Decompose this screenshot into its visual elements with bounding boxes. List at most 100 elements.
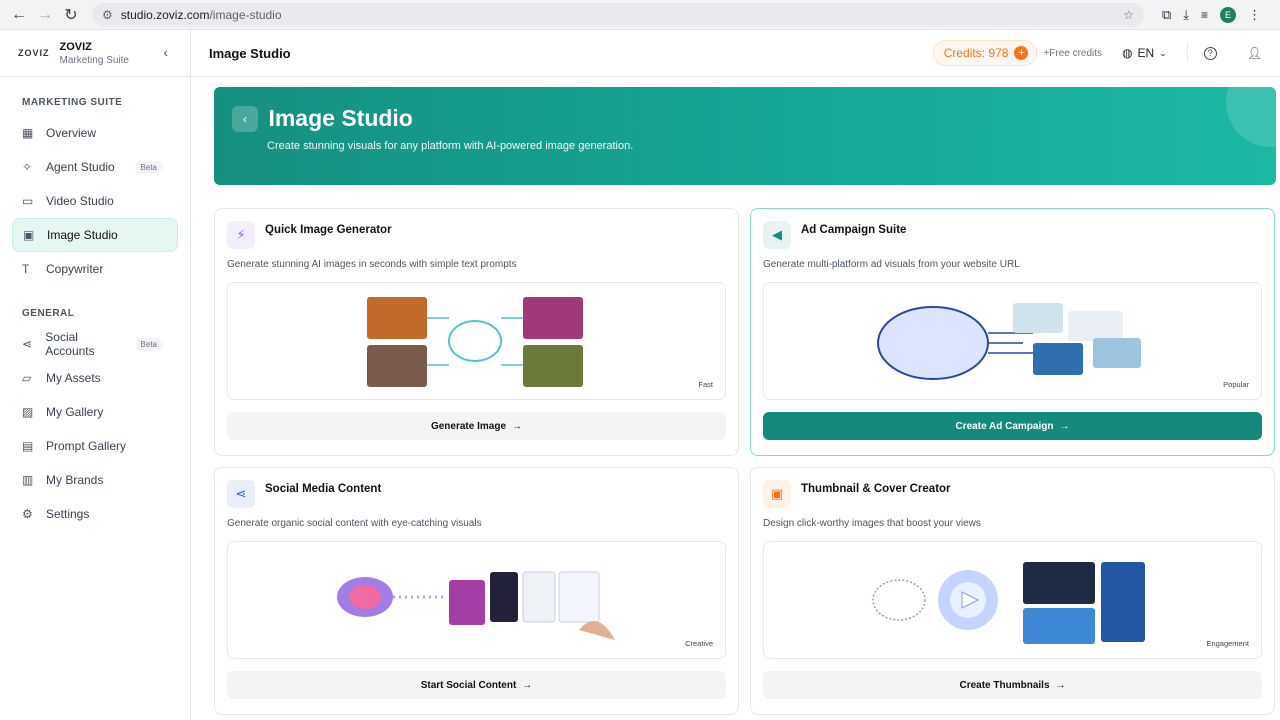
type-icon: T — [22, 262, 30, 276]
grid-icon: ▦ — [22, 126, 34, 140]
sidebar-item-my-assets[interactable]: ▱ My Assets — [12, 361, 178, 395]
bookmark-star-icon[interactable]: ☆ — [1123, 8, 1134, 22]
hero-title: Image Studio — [268, 105, 413, 131]
free-credits-link[interactable]: +Free credits — [1043, 48, 1102, 59]
tool-card-thumbnail-cover-creator[interactable]: ▣ Thumbnail & Cover Creator Design click-w… — [750, 467, 1275, 715]
megaphone-icon: ◀ — [763, 221, 791, 249]
card-tag: Creative — [685, 639, 713, 648]
url-path: /image-studio — [209, 7, 282, 22]
hero-decoration — [1226, 87, 1276, 147]
card-title: Ad Campaign Suite — [801, 224, 907, 236]
card-preview-image: Fast — [227, 282, 726, 400]
sidebar-item-label: Image Studio — [47, 228, 118, 242]
sidebar-item-label: My Gallery — [46, 405, 104, 419]
user-icon[interactable]: 👤︎ — [1247, 46, 1262, 60]
url-host: studio.zoviz.com — [120, 7, 210, 22]
media-queue-icon[interactable]: ≡ — [1201, 8, 1208, 22]
back-chevron-icon[interactable]: ‹ — [232, 105, 258, 132]
brand-icon: ▥ — [22, 473, 34, 487]
sidebar-item-label: Social Accounts — [45, 330, 95, 358]
sidebar-item-image-studio[interactable]: ▣ Image Studio — [12, 218, 178, 252]
sidebar-item-label: My Assets — [46, 371, 101, 385]
cta-label: Create Thumbnails — [959, 679, 1050, 691]
sidebar-item-label: Overview — [46, 126, 97, 140]
add-credits-icon[interactable]: + — [1014, 46, 1029, 60]
video-icon: ▭ — [22, 194, 34, 208]
brand-header: ZOVIZ ZOVIZ Marketing Suite ‹ — [0, 30, 190, 77]
hero-banner: ‹ Image Studio Create stunning visuals f… — [214, 87, 1276, 185]
collapse-sidebar-icon[interactable]: ‹ — [163, 44, 168, 60]
image-icon: ▣ — [763, 480, 791, 508]
sidebar-item-agent-studio[interactable]: ✧ Agent Studio Beta — [12, 150, 178, 184]
cta-label: Generate Image — [430, 420, 507, 432]
sidebar-item-my-gallery[interactable]: ▨ My Gallery — [12, 395, 178, 429]
browser-toolbar: ← → ↻ ⚙ studio.zoviz.com/image-studio ☆ … — [0, 0, 1280, 30]
forward-arrow-icon[interactable]: → — [34, 4, 56, 26]
folder-icon: ▱ — [22, 371, 32, 385]
card-cta-button[interactable]: Create Ad Campaign → — [763, 412, 1262, 440]
arrow-right-icon: → — [1055, 679, 1066, 691]
card-description: Generate stunning AI images in seconds w… — [227, 259, 517, 270]
card-preview-image: Popular — [763, 282, 1262, 400]
sidebar-item-copywriter[interactable]: T Copywriter — [12, 252, 178, 286]
language-label: EN — [1137, 46, 1155, 60]
brand-subtitle: Marketing Suite — [59, 54, 129, 66]
card-title: Social Media Content — [265, 483, 382, 495]
profile-avatar[interactable]: E — [1220, 6, 1237, 23]
main-area: Image Studio Credits: 978 + +Free credit… — [191, 30, 1280, 720]
card-cta-button[interactable]: Create Thumbnails → — [763, 671, 1262, 699]
page-title: Image Studio — [209, 45, 291, 61]
sidebar-item-label: Video Studio — [46, 194, 114, 208]
language-selector[interactable]: ◍ EN ⌄ — [1122, 46, 1167, 60]
sidebar-item-label: Agent Studio — [46, 160, 115, 174]
sidebar-item-overview[interactable]: ▦ Overview — [12, 116, 178, 150]
card-tag: Fast — [698, 380, 713, 389]
globe-icon: ◍ — [1122, 46, 1133, 60]
tool-card-quick-image-generator[interactable]: ⚡︎ Quick Image Generator Generate stunning… — [214, 208, 739, 456]
card-title: Thumbnail & Cover Creator — [801, 483, 951, 495]
divider — [1186, 44, 1188, 62]
section-general: GENERAL — [22, 308, 75, 319]
chevron-down-icon: ⌄ — [1159, 47, 1167, 58]
card-preview-image: Creative — [227, 541, 726, 659]
download-icon[interactable]: ⤓ — [1183, 7, 1189, 23]
gear-icon: ⚙ — [22, 507, 33, 521]
credits-badge[interactable]: Credits: 978 + — [932, 40, 1038, 66]
sidebar-item-prompt-gallery[interactable]: ▤ Prompt Gallery — [12, 429, 178, 463]
sidebar-item-social-accounts[interactable]: ⋖ Social Accounts Beta — [12, 327, 178, 361]
sidebar-item-label: Copywriter — [46, 262, 104, 276]
credits-label: Credits: 978 — [943, 46, 1009, 60]
gallery-icon: ▨ — [22, 405, 34, 419]
tool-card-social-media-content[interactable]: ⋖ Social Media Content Generate organic so… — [214, 467, 739, 715]
card-tag: Popular — [1223, 380, 1249, 389]
document-icon: ▤ — [22, 439, 34, 453]
card-cta-button[interactable]: Start Social Content → — [227, 671, 726, 699]
back-arrow-icon[interactable]: ← — [8, 4, 30, 26]
sidebar-item-my-brands[interactable]: ▥ My Brands — [12, 463, 178, 497]
card-description: Generate multi-platform ad visuals from … — [763, 259, 1020, 270]
site-settings-icon[interactable]: ⚙ — [102, 8, 113, 22]
sidebar-item-settings[interactable]: ⚙ Settings — [12, 497, 178, 531]
card-cta-button[interactable]: Generate Image → — [227, 412, 726, 440]
menu-kebab-icon[interactable]: ⋮ — [1248, 7, 1261, 23]
beta-badge: Beta — [135, 337, 162, 351]
arrow-right-icon: → — [512, 420, 523, 432]
extensions-icon[interactable]: ⧉ — [1162, 7, 1171, 23]
help-icon[interactable]: ? — [1203, 46, 1217, 60]
section-marketing-suite: MARKETING SUITE — [22, 97, 123, 108]
beta-badge: Beta — [135, 160, 162, 174]
top-bar: Image Studio Credits: 978 + +Free credit… — [191, 30, 1280, 77]
sidebar-item-label: My Brands — [46, 473, 104, 487]
address-bar[interactable]: ⚙ studio.zoviz.com/image-studio ☆ — [92, 2, 1144, 27]
sidebar-item-label: Prompt Gallery — [46, 439, 127, 453]
reload-icon[interactable]: ↻ — [60, 4, 82, 26]
card-description: Generate organic social content with eye… — [227, 518, 482, 529]
sidebar-item-label: Settings — [46, 507, 90, 521]
cta-label: Start Social Content — [420, 679, 517, 691]
lightning-icon: ⚡︎ — [227, 221, 255, 249]
share-icon: ⋖ — [22, 337, 33, 351]
sidebar-item-video-studio[interactable]: ▭ Video Studio — [12, 184, 178, 218]
tool-card-ad-campaign-suite[interactable]: ◀ Ad Campaign Suite Generate multi-platfor… — [750, 208, 1275, 456]
arrow-right-icon: → — [1059, 420, 1070, 432]
hero-subtitle: Create stunning visuals for any platform… — [267, 140, 634, 152]
